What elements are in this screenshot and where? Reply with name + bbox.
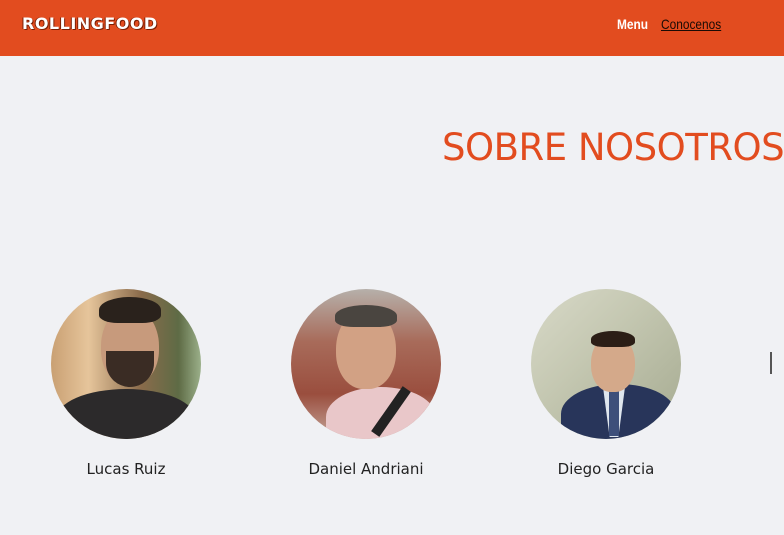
member-photo <box>531 289 681 439</box>
member-name: Daniel Andriani <box>308 460 424 478</box>
nav-link-menu[interactable]: Menu <box>617 16 648 32</box>
team-member-card: Daniel Andriani <box>276 289 456 478</box>
member-name: Diego Garcia <box>557 460 655 478</box>
nav-link-conocenos[interactable]: Conocenos <box>661 16 721 32</box>
page-title: SOBRE NOSOTROS <box>442 126 784 169</box>
member-photo <box>51 289 201 439</box>
member-name: Lucas Ruiz <box>86 460 166 478</box>
team-member-card: Diego Garcia <box>516 289 696 478</box>
team-member-card: Lucas Ruiz <box>36 289 216 478</box>
brand-logo[interactable]: ROLLINGFOOD <box>22 14 158 33</box>
navbar: ROLLINGFOOD Menu Conocenos <box>0 0 784 56</box>
member-photo <box>291 289 441 439</box>
partial-card-edge <box>770 352 772 374</box>
